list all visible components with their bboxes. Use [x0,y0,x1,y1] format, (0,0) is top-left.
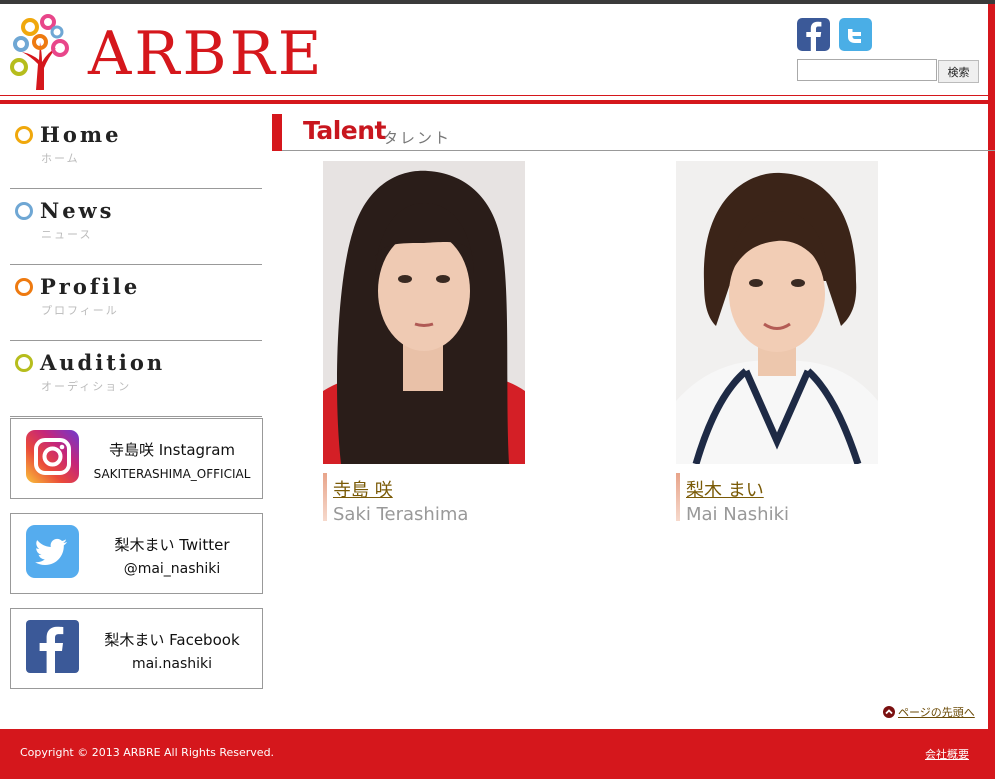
twitter-icon[interactable] [839,18,872,51]
nav-sublabel: ホーム [41,152,80,165]
site-logo[interactable]: ARBRE [8,12,328,92]
header-divider-thick [0,100,988,104]
nav-sublabel: オーディション [41,380,132,393]
company-link[interactable]: 会社概要 [925,746,969,762]
search-button[interactable]: 検索 [938,60,979,83]
name-accent-bar [676,473,680,521]
right-red-edge [988,4,995,729]
sns-title: 梨木まい Facebook [104,631,240,649]
header-divider-thin [0,95,988,96]
talent-photo[interactable] [323,161,525,464]
site-header: ARBRE 検索 [0,4,988,96]
twitter-link-box[interactable]: 梨木まい Twitter @mai_nashiki [10,513,263,594]
facebook-icon[interactable] [797,18,830,51]
heading-underline [282,150,995,151]
page-top-label: ページの先頭へ [898,706,975,719]
chevron-up-icon [883,706,895,718]
sns-handle: SAKITERASHIMA_OFFICIAL [93,467,251,481]
nav-label: Home [40,122,122,147]
copyright-text: Copyright © 2013 ARBRE All Rights Reserv… [20,746,275,759]
facebook-link-box[interactable]: 梨木まい Facebook mai.nashiki [10,608,263,689]
site-footer: Copyright © 2013 ARBRE All Rights Reserv… [0,729,995,779]
name-accent-bar [323,473,327,521]
section-heading: Talent タレント [272,114,995,152]
nav-label: Audition [40,350,166,375]
page-title: Talent [303,116,386,145]
tree-logo-icon [10,14,69,90]
nav-item-home[interactable]: Home ホーム [10,112,262,189]
nav-item-audition[interactable]: Audition オーディション [10,340,262,417]
sns-title: 梨木まい Twitter [114,536,230,554]
circle-icon [15,278,33,296]
circle-icon [15,126,33,144]
logo-text: ARBRE [88,19,325,89]
facebook-icon [26,620,79,673]
instagram-link-box[interactable]: 寺島咲 Instagram SAKITERASHIMA_OFFICIAL [10,418,263,499]
search-input[interactable] [797,59,937,81]
nav-item-profile[interactable]: Profile プロフィール [10,264,262,341]
nav-label: Profile [40,274,141,299]
nav-sublabel: プロフィール [41,304,119,317]
page-top-link[interactable]: ページの先頭へ [883,704,975,720]
talent-name-link[interactable]: 梨木 まい [686,476,764,502]
sns-handle: mai.nashiki [131,656,213,672]
talent-name-link[interactable]: 寺島 咲 [333,476,393,502]
sns-title: 寺島咲 Instagram [108,441,236,459]
talent-name-en: Saki Terashima [333,504,469,525]
instagram-icon [26,430,79,483]
circle-icon [15,354,33,372]
talent-name-en: Mai Nashiki [686,504,789,525]
page-subtitle: タレント [383,129,452,147]
circle-icon [15,202,33,220]
heading-accent-bar [272,114,282,151]
nav-item-news[interactable]: News ニュース [10,188,262,265]
talent-photo[interactable] [676,161,878,464]
sns-handle: @mai_nashiki [123,561,221,577]
nav-sublabel: ニュース [41,228,93,241]
nav-label: News [40,198,115,223]
twitter-icon [26,525,79,578]
